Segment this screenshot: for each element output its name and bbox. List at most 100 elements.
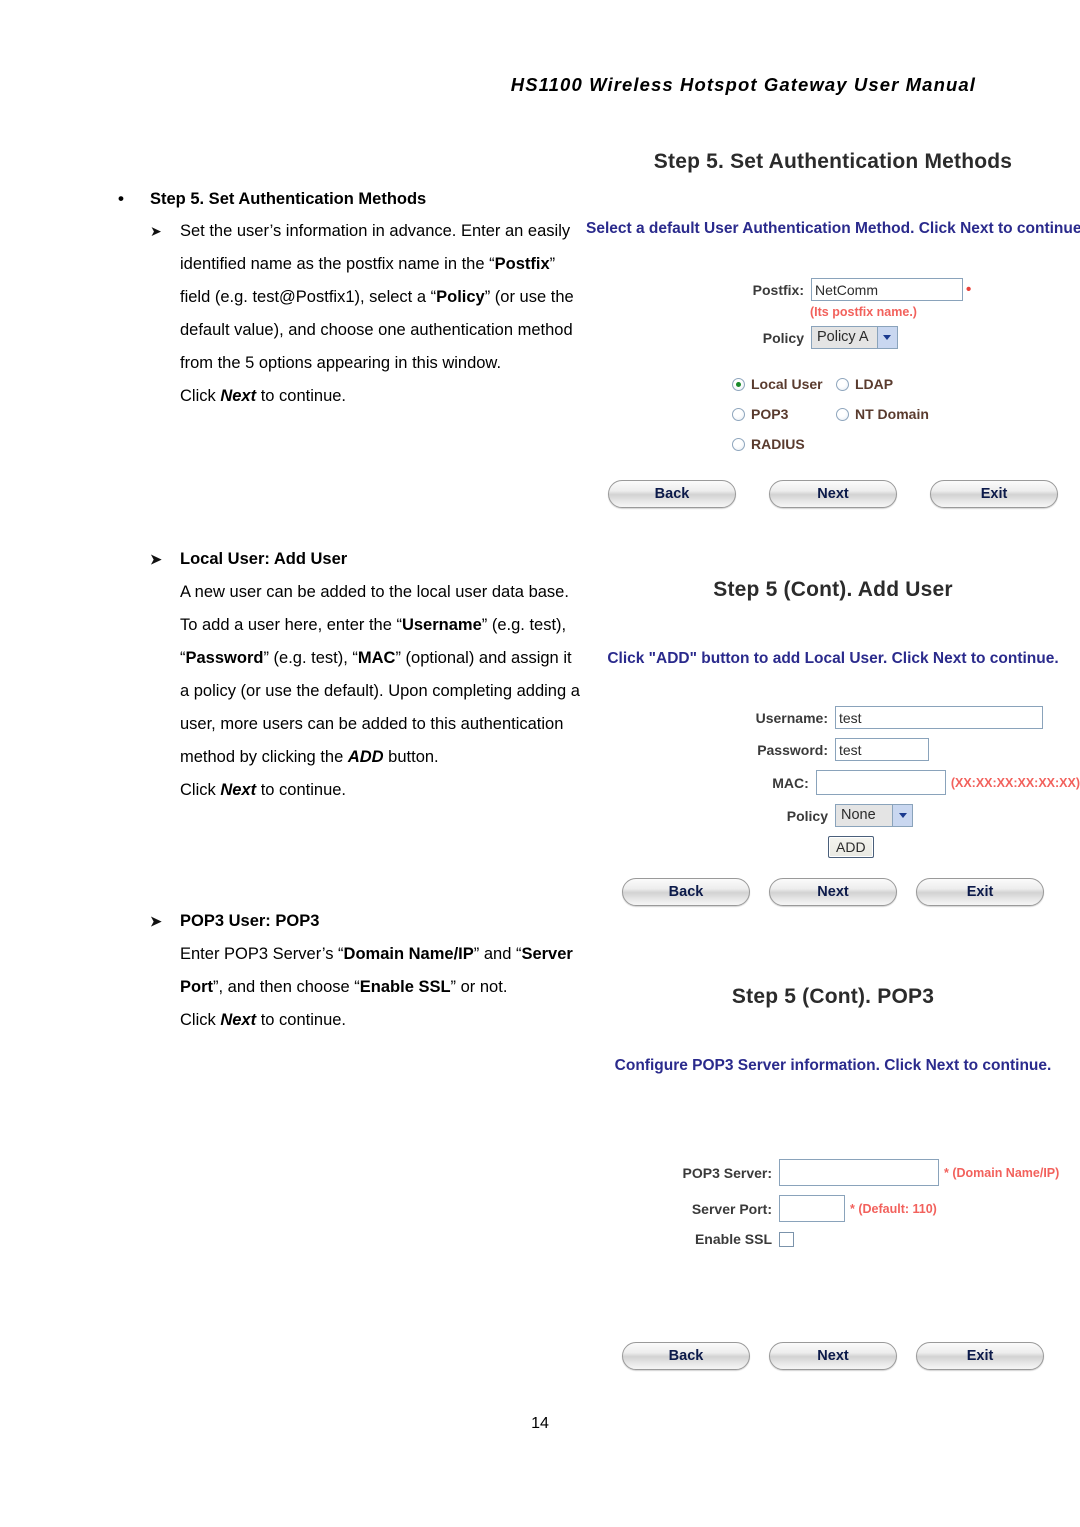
add-user-policy-label: Policy xyxy=(786,807,828,824)
exit-button[interactable]: Exit xyxy=(930,480,1058,508)
postfix-row: Postfix: • xyxy=(732,278,1080,301)
section-spacer-1 xyxy=(112,413,582,443)
radio-icon-pop3[interactable] xyxy=(732,407,745,421)
back-button[interactable]: Back xyxy=(622,878,750,906)
add-user-policy-value: None xyxy=(841,807,876,823)
radio-label-nt-domain: NT Domain xyxy=(855,406,929,422)
paragraph-pop3-click-next: Click Next to continue. xyxy=(180,1011,347,1029)
radio-icon-nt-domain[interactable] xyxy=(836,407,849,421)
postfix-label: Postfix: xyxy=(752,281,804,298)
mac-row: MAC: (XX:XX:XX:XX:XX:XX) xyxy=(734,770,1080,795)
username-input[interactable] xyxy=(835,706,1043,729)
password-input[interactable] xyxy=(835,738,929,761)
body-text-column: • Step 5. Set Authentication Methods ➤ S… xyxy=(112,183,582,1037)
auth-methods-button-row: Back Next Exit xyxy=(586,480,1080,508)
section-spacer-1b xyxy=(112,443,582,473)
section-heading-pop3-label: POP3 User: POP3 xyxy=(180,912,320,930)
username-row: Username: xyxy=(734,706,1080,729)
next-button[interactable]: Next xyxy=(769,1342,897,1370)
screenshot-pop3: Step 5 (Cont). POP3 Configure POP3 Serve… xyxy=(586,985,1080,1400)
enable-ssl-label: Enable SSL xyxy=(694,1231,772,1247)
exit-button[interactable]: Exit xyxy=(916,878,1044,906)
radio-option-radius[interactable]: RADIUS xyxy=(732,436,805,452)
screenshot-add-user: Step 5 (Cont). Add User Click "ADD" butt… xyxy=(586,578,1080,948)
pop3-server-hint: * (Domain Name/IP) xyxy=(944,1165,1060,1180)
mac-label: MAC: xyxy=(772,774,809,791)
paragraph-step5-click-next: Click Next to continue. xyxy=(180,387,347,405)
add-user-button-row: Back Next Exit xyxy=(586,878,1080,906)
enable-ssl-checkbox[interactable] xyxy=(779,1231,794,1247)
pop3-server-label: POP3 Server: xyxy=(682,1164,773,1181)
section-spacer-2 xyxy=(112,807,582,905)
server-port-row: Server Port: * (Default: 110) xyxy=(622,1195,1080,1222)
server-port-label: Server Port: xyxy=(691,1200,772,1217)
policy-label: Policy xyxy=(762,329,804,346)
server-port-hint: * (Default: 110) xyxy=(850,1201,937,1216)
section-heading-label: Step 5. Set Authentication Methods xyxy=(150,190,427,208)
radio-icon-radius[interactable] xyxy=(732,437,745,451)
add-user-title: Step 5 (Cont). Add User xyxy=(713,578,953,601)
back-button[interactable]: Back xyxy=(608,480,736,508)
username-label: Username: xyxy=(755,709,828,726)
add-user-instruction: Click "ADD" button to add Local User. Cl… xyxy=(607,650,1059,667)
radio-label-radius: RADIUS xyxy=(751,436,805,452)
radio-row-3: RADIUS xyxy=(732,436,1080,452)
radio-label-ldap: LDAP xyxy=(855,376,894,392)
paragraph-step5-intro-text: Set the user’s information in advance. E… xyxy=(180,222,574,372)
postfix-hint: (Its postfix name.) xyxy=(810,305,917,319)
pop3-instruction: Configure POP3 Server information. Click… xyxy=(614,1057,1052,1074)
next-button[interactable]: Next xyxy=(769,480,897,508)
radio-option-pop3[interactable]: POP3 xyxy=(732,406,836,422)
mac-hint: (XX:XX:XX:XX:XX:XX) xyxy=(950,775,1080,790)
chevron-down-icon[interactable] xyxy=(876,327,897,348)
page-number: 14 xyxy=(531,1415,549,1432)
radio-row-1: Local User LDAP xyxy=(732,376,1080,392)
postfix-input[interactable] xyxy=(811,278,963,301)
paragraph-pop3: Enter POP3 Server’s “Domain Name/IP” and… xyxy=(180,945,573,996)
radio-option-ldap[interactable]: LDAP xyxy=(836,376,893,392)
radio-row-2: POP3 NT Domain xyxy=(732,406,1080,422)
policy-row: Policy Policy A xyxy=(732,326,1080,349)
section-heading-add-user: ➤ Local User: Add User xyxy=(112,543,582,576)
add-user-policy-row: Policy None xyxy=(734,804,1080,827)
mac-input[interactable] xyxy=(815,770,946,795)
arrow-bullet-icon: ➤ xyxy=(150,551,162,567)
password-label: Password: xyxy=(757,741,828,758)
document-header-title: HS1100 Wireless Hotspot Gateway User Man… xyxy=(510,74,976,95)
radio-icon-local-user[interactable] xyxy=(732,377,745,391)
back-button[interactable]: Back xyxy=(622,1342,750,1370)
pop3-server-input[interactable] xyxy=(779,1159,939,1186)
enable-ssl-row: Enable SSL xyxy=(622,1231,1080,1247)
paragraph-add-user-click-next: Click Next to continue. xyxy=(180,781,347,799)
pop3-title: Step 5 (Cont). POP3 xyxy=(731,985,935,1008)
postfix-required-marker: • xyxy=(966,281,972,298)
paragraph-add-user: A new user can be added to the local use… xyxy=(180,583,580,766)
radio-label-pop3: POP3 xyxy=(751,406,789,422)
auth-methods-instruction: Select a default User Authentication Met… xyxy=(586,220,1080,237)
radio-icon-ldap[interactable] xyxy=(836,377,849,391)
radio-option-nt-domain[interactable]: NT Domain xyxy=(836,406,929,422)
auth-methods-title: Step 5. Set Authentication Methods xyxy=(653,150,1013,173)
arrow-bullet-icon: ➤ xyxy=(150,913,162,929)
chevron-down-icon[interactable] xyxy=(892,805,912,826)
section-heading-step5: • Step 5. Set Authentication Methods xyxy=(112,183,582,215)
section-heading-pop3: ➤ POP3 User: POP3 xyxy=(112,905,582,938)
next-button[interactable]: Next xyxy=(769,878,897,906)
policy-select[interactable]: Policy A xyxy=(811,326,898,349)
radio-option-local-user[interactable]: Local User xyxy=(732,376,836,392)
arrow-bullet-icon: ➤ xyxy=(150,223,162,239)
add-user-policy-select[interactable]: None xyxy=(835,804,913,827)
auth-method-radio-group: Local User LDAP POP3 NT Domain RADIUS xyxy=(732,376,1080,452)
server-port-input[interactable] xyxy=(779,1195,845,1222)
radio-label-local-user: Local User xyxy=(751,376,823,392)
pop3-button-row: Back Next Exit xyxy=(586,1342,1080,1370)
bullet-dot-icon: • xyxy=(118,189,124,208)
paragraph-step5-intro: ➤ Set the user’s information in advance.… xyxy=(112,215,582,380)
add-button-wrapper: ADD xyxy=(828,836,1080,858)
screenshot-auth-methods: Step 5. Set Authentication Methods Selec… xyxy=(586,150,1080,550)
section-heading-add-user-label: Local User: Add User xyxy=(180,550,348,568)
policy-select-value: Policy A xyxy=(817,329,869,345)
add-button[interactable]: ADD xyxy=(828,836,874,858)
pop3-server-row: POP3 Server: * (Domain Name/IP) xyxy=(622,1159,1080,1186)
exit-button[interactable]: Exit xyxy=(916,1342,1044,1370)
